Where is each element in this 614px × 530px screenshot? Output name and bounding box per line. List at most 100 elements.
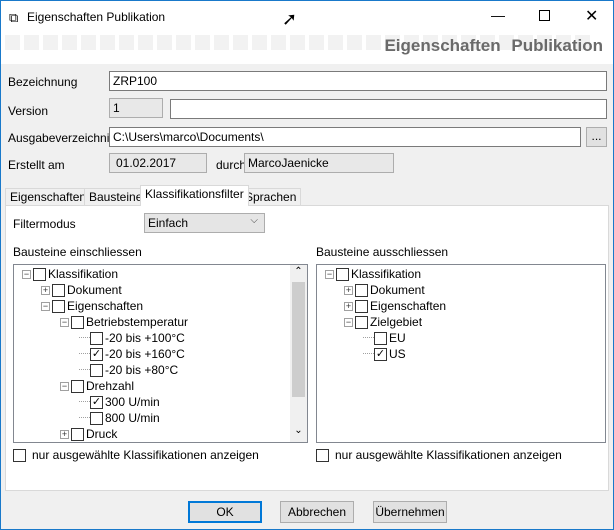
tab-eigenschaften[interactable]: Eigenschaften	[5, 188, 92, 205]
tree-item[interactable]: + Eigenschaften	[344, 298, 446, 314]
tab-bausteine[interactable]: Bausteine	[84, 188, 148, 205]
checkbox[interactable]	[336, 267, 349, 281]
scrollbar-thumb[interactable]	[292, 282, 305, 397]
version-label: Version	[8, 104, 49, 118]
tree-item-label: Eigenschaften	[67, 299, 144, 313]
app-icon: ⧉	[9, 10, 19, 25]
close-button[interactable]: ✕	[585, 6, 598, 26]
tree-item[interactable]: EU	[363, 330, 406, 346]
version-input: 1	[109, 98, 163, 118]
tree-item-label: -20 bis +100°C	[105, 331, 185, 345]
tree-line	[363, 346, 374, 354]
checkbox[interactable]	[13, 448, 26, 462]
checkbox[interactable]	[33, 267, 46, 281]
tree-line	[79, 346, 90, 354]
version-extra-input[interactable]	[170, 99, 607, 119]
checkbox[interactable]	[90, 411, 103, 425]
tree-item[interactable]: ✓ -20 bis +160°C	[79, 346, 185, 362]
checkbox[interactable]	[374, 331, 387, 345]
bezeichnung-input[interactable]: ZRP100	[109, 71, 607, 91]
tree-item[interactable]: − Klassifikation	[325, 266, 421, 282]
ausgabe-input[interactable]: C:\Users\marco\Documents\	[109, 127, 581, 147]
tree-item[interactable]: + Druck	[60, 426, 117, 442]
tree-item-label: Dokument	[67, 283, 122, 297]
tree-item[interactable]: − Eigenschaften	[41, 298, 143, 314]
cancel-button[interactable]: Abbrechen	[280, 501, 354, 523]
browse-button[interactable]: ...	[586, 127, 607, 147]
collapse-icon[interactable]: −	[325, 269, 334, 279]
apply-button[interactable]: Übernehmen	[373, 501, 447, 523]
dialog-window: ⧉ Eigenschaften Publikation — ✕ Eigensch…	[0, 0, 614, 530]
ok-button[interactable]: OK	[188, 501, 262, 523]
tree-item[interactable]: − Klassifikation	[22, 266, 118, 282]
expand-icon[interactable]: +	[344, 285, 353, 295]
exclude-title: Bausteine ausschliessen	[316, 245, 449, 259]
collapse-icon[interactable]: −	[60, 381, 69, 391]
mouse-cursor-icon: ➚	[282, 9, 298, 29]
tree-line	[79, 330, 90, 338]
tree-item[interactable]: − Drehzahl	[60, 378, 134, 394]
tree-item-label: 300 U/min	[105, 395, 160, 409]
tree-item[interactable]: + Dokument	[344, 282, 425, 298]
filtermodus-value: Einfach	[148, 216, 189, 230]
tab-klassifikationsfilter[interactable]: Klassifikationsfilter	[140, 185, 249, 206]
tab-sprachen[interactable]: Sprachen	[240, 188, 302, 205]
tree-line	[363, 330, 374, 338]
maximize-button[interactable]	[539, 10, 550, 21]
tree-item[interactable]: − Betriebstemperatur	[60, 314, 188, 330]
expand-icon[interactable]: +	[60, 429, 69, 439]
tree-item-label: Zielgebiet	[370, 315, 423, 329]
tree-item-label: Betriebstemperatur	[86, 315, 189, 329]
expand-icon[interactable]: +	[344, 301, 353, 311]
checkbox[interactable]	[52, 283, 65, 297]
checkbox[interactable]	[90, 331, 103, 345]
tree-item[interactable]: ✓ US	[363, 346, 406, 362]
collapse-icon[interactable]: −	[344, 317, 353, 327]
tree-item-label: EU	[389, 331, 406, 345]
collapse-icon[interactable]: −	[22, 269, 31, 279]
checkbox[interactable]	[71, 379, 84, 393]
checkbox[interactable]: ✓	[90, 347, 103, 361]
scroll-up-icon[interactable]: ⌃	[291, 266, 306, 277]
tree-item[interactable]: -20 bis +100°C	[79, 330, 185, 346]
checkbox[interactable]	[52, 299, 65, 313]
erstellt-value: 01.02.2017	[109, 153, 207, 173]
exclude-only-selected[interactable]: nur ausgewählte Klassifikationen anzeige…	[316, 447, 562, 463]
expand-icon[interactable]: +	[41, 285, 50, 295]
banner-title: Eigenschaften Publikation	[384, 36, 603, 55]
erstellt-label: Erstellt am	[8, 158, 65, 172]
include-scrollbar[interactable]: ⌃ ⌄	[290, 265, 307, 442]
tree-item-label: Druck	[86, 427, 118, 441]
tree-item-label: US	[389, 347, 406, 361]
tree-item[interactable]: − Zielgebiet	[344, 314, 422, 330]
tree-item-label: 800 U/min	[105, 411, 160, 425]
tree-item-label: Drehzahl	[86, 379, 135, 393]
filtermodus-select[interactable]: Einfach ⌵	[144, 213, 265, 233]
checkbox[interactable]	[71, 427, 84, 441]
tree-item[interactable]: ✓ 300 U/min	[79, 394, 160, 410]
ausgabe-label: Ausgabeverzeichnis	[8, 131, 116, 145]
checkbox[interactable]	[90, 363, 103, 377]
checkbox[interactable]	[316, 448, 329, 462]
collapse-icon[interactable]: −	[60, 317, 69, 327]
include-only-selected[interactable]: nur ausgewählte Klassifikationen anzeige…	[13, 447, 259, 463]
collapse-icon[interactable]: −	[41, 301, 50, 311]
checkbox[interactable]	[355, 315, 368, 329]
tree-item[interactable]: + Dokument	[41, 282, 122, 298]
checkbox[interactable]	[355, 283, 368, 297]
minimize-button[interactable]: —	[491, 7, 505, 23]
include-title: Bausteine einschliessen	[13, 245, 142, 259]
tree-item-label: Klassifikation	[351, 267, 422, 281]
tree-item-label: -20 bis +160°C	[105, 347, 185, 361]
tree-item[interactable]: -20 bis +80°C	[79, 362, 178, 378]
checkbox[interactable]	[71, 315, 84, 329]
tree-line	[79, 362, 90, 370]
scroll-down-icon[interactable]: ⌄	[291, 425, 306, 436]
tree-item-label: -20 bis +80°C	[105, 363, 179, 377]
checkbox[interactable]: ✓	[90, 395, 103, 409]
checkbox[interactable]: ✓	[374, 347, 387, 361]
checkbox[interactable]	[355, 299, 368, 313]
durch-value: MarcoJaenicke	[244, 153, 394, 173]
tree-item[interactable]: 800 U/min	[79, 410, 160, 426]
tree-item-label: Dokument	[370, 283, 425, 297]
